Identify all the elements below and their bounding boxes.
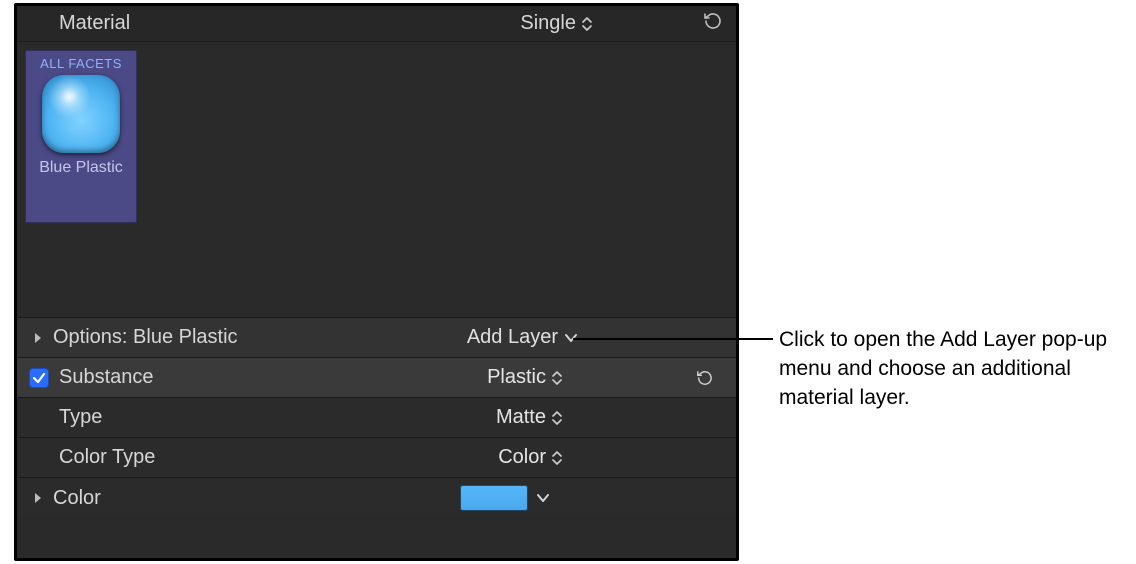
material-mode-value: Single bbox=[520, 12, 576, 35]
type-row: Type Matte bbox=[17, 398, 736, 438]
color-type-value: Color bbox=[498, 446, 546, 469]
substance-row: Substance Plastic bbox=[17, 358, 736, 398]
color-row: Color bbox=[17, 478, 736, 518]
type-label: Type bbox=[59, 406, 102, 429]
updown-icon bbox=[582, 16, 592, 32]
type-value: Matte bbox=[496, 406, 546, 429]
add-layer-label: Add Layer bbox=[467, 326, 558, 349]
substance-reset-icon[interactable] bbox=[690, 370, 718, 386]
material-preview-swatch bbox=[42, 75, 120, 153]
updown-icon bbox=[552, 450, 562, 466]
material-mode-popup[interactable]: Single bbox=[520, 12, 592, 35]
color-type-row: Color Type Color bbox=[17, 438, 736, 478]
material-tile[interactable]: ALL FACETS Blue Plastic bbox=[25, 50, 137, 223]
chevron-down-icon[interactable] bbox=[536, 493, 550, 503]
substance-value: Plastic bbox=[487, 366, 546, 389]
disclosure-triangle-icon[interactable] bbox=[29, 332, 47, 344]
disclosure-triangle-icon[interactable] bbox=[29, 492, 47, 504]
substance-checkbox[interactable] bbox=[29, 368, 49, 388]
updown-icon bbox=[552, 410, 562, 426]
add-layer-popup[interactable]: Add Layer bbox=[467, 326, 578, 349]
substance-label: Substance bbox=[59, 366, 154, 389]
substance-value-popup[interactable]: Plastic bbox=[487, 366, 562, 389]
material-inspector-panel: Material Single ALL FACETS Blue Plastic bbox=[14, 3, 739, 561]
type-value-popup[interactable]: Matte bbox=[496, 406, 562, 429]
material-header: Material Single bbox=[17, 6, 736, 42]
updown-icon bbox=[552, 370, 562, 386]
color-label: Color bbox=[53, 487, 101, 510]
callout-leader-line bbox=[573, 338, 773, 340]
material-preview-area: ALL FACETS Blue Plastic bbox=[17, 42, 736, 318]
material-name: Blue Plastic bbox=[31, 159, 131, 177]
options-label: Options: Blue Plastic bbox=[53, 326, 238, 349]
material-title: Material bbox=[59, 12, 130, 35]
callout-text: Click to open the Add Layer pop-up menu … bbox=[779, 326, 1109, 413]
color-type-label: Color Type bbox=[59, 446, 155, 469]
reset-icon[interactable] bbox=[702, 12, 722, 36]
color-type-value-popup[interactable]: Color bbox=[498, 446, 562, 469]
facets-label: ALL FACETS bbox=[31, 56, 131, 71]
color-well[interactable] bbox=[460, 485, 528, 511]
